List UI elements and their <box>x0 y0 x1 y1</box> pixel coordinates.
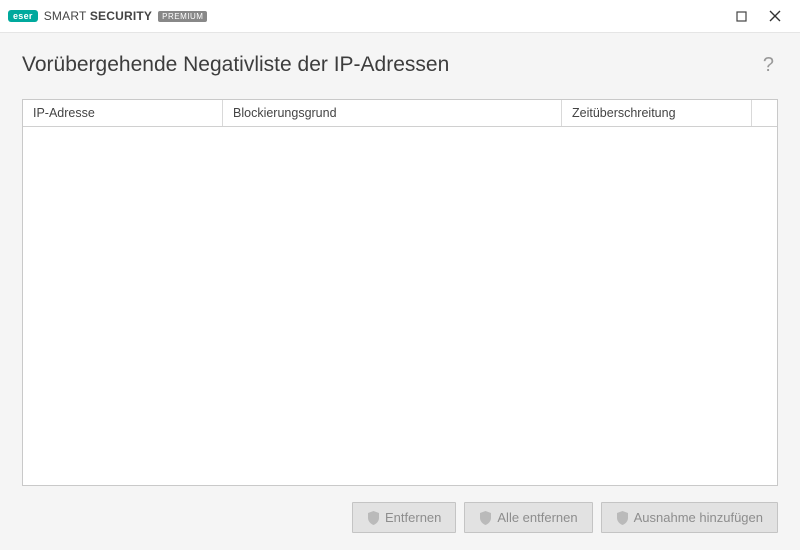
add-exception-button-label: Ausnahme hinzufügen <box>634 510 763 525</box>
maximize-button[interactable] <box>724 0 758 32</box>
table-body <box>23 127 777 485</box>
column-extra <box>752 100 777 126</box>
page-title: Vorübergehende Negativliste der IP-Adres… <box>22 53 759 77</box>
header-row: Vorübergehende Negativliste der IP-Adres… <box>22 53 778 77</box>
product-logo: eser SMART SECURITY PREMIUM <box>8 9 207 23</box>
footer-toolbar: Entfernen Alle entfernen Ausnahme hinzuf… <box>22 502 778 550</box>
table-header: IP-Adresse Blockierungsgrund Zeitübersch… <box>23 100 777 127</box>
help-button[interactable]: ? <box>759 54 778 77</box>
brand-text: SMART SECURITY <box>44 9 152 23</box>
ip-blacklist-table: IP-Adresse Blockierungsgrund Zeitübersch… <box>22 99 778 486</box>
shield-icon <box>367 511 380 525</box>
remove-all-button[interactable]: Alle entfernen <box>464 502 592 533</box>
shield-icon <box>479 511 492 525</box>
titlebar: eser SMART SECURITY PREMIUM <box>0 0 800 33</box>
brand-tier: PREMIUM <box>158 11 207 22</box>
add-exception-button[interactable]: Ausnahme hinzufügen <box>601 502 778 533</box>
content-area: Vorübergehende Negativliste der IP-Adres… <box>0 33 800 550</box>
column-timeout[interactable]: Zeitüberschreitung <box>562 100 752 126</box>
remove-all-button-label: Alle entfernen <box>497 510 577 525</box>
remove-button-label: Entfernen <box>385 510 441 525</box>
close-button[interactable] <box>758 0 792 32</box>
brand-text-light: SMART <box>44 9 87 23</box>
close-icon <box>769 10 781 22</box>
column-block-reason[interactable]: Blockierungsgrund <box>223 100 562 126</box>
brand-text-bold: SECURITY <box>90 9 152 23</box>
square-icon <box>736 11 747 22</box>
column-ip-address[interactable]: IP-Adresse <box>23 100 223 126</box>
shield-icon <box>616 511 629 525</box>
remove-button[interactable]: Entfernen <box>352 502 456 533</box>
brand-badge: eser <box>8 10 38 22</box>
